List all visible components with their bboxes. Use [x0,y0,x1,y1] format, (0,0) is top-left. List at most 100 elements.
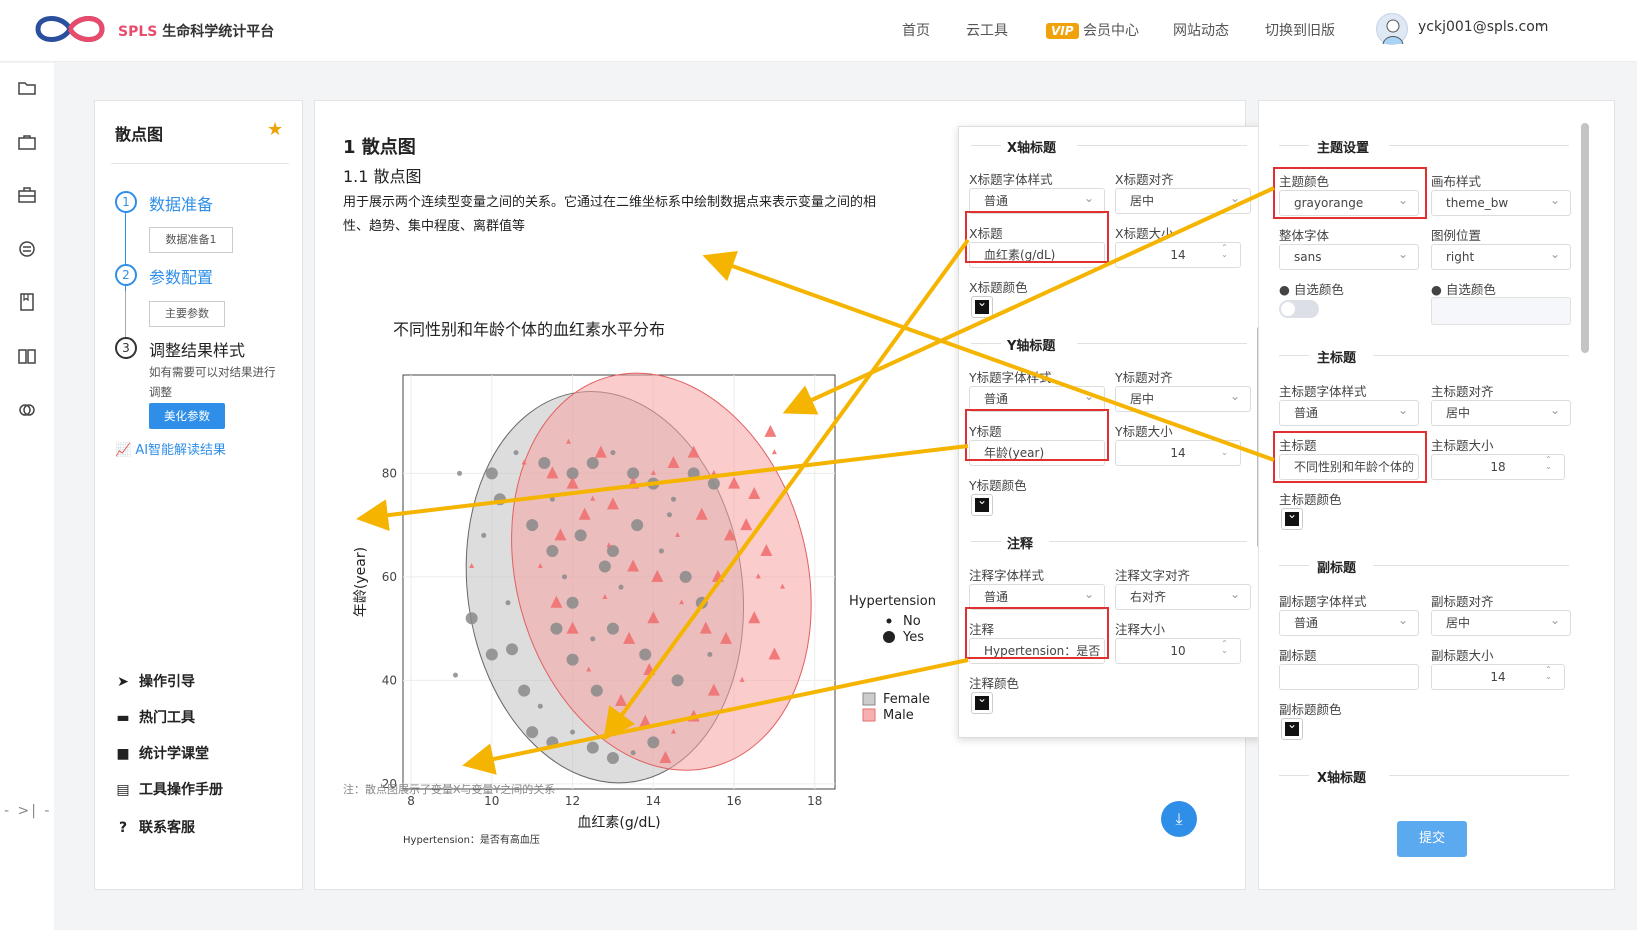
female-point [679,570,692,583]
note-size-stepper[interactable]: 10 [1115,638,1241,664]
menu-manual[interactable]: ▤ 工具操作手册 [115,779,223,799]
settings-scrollbar[interactable] [1581,123,1589,353]
legend-yes-label: Yes [902,630,924,645]
note-color-picker[interactable] [971,691,993,714]
female-point [598,560,611,573]
nav-old-version[interactable]: 切换到旧版 [1265,20,1335,40]
custom-color-label: ● 自选颜色 [1279,282,1344,297]
x-color-picker[interactable] [971,295,993,318]
step-3-label[interactable]: 调整结果样式 [149,337,245,361]
female-point [506,643,519,656]
legend-position-label: 图例位置 [1431,228,1482,243]
y-size-stepper[interactable]: 14 [1115,440,1241,466]
bookmark-book-icon[interactable] [17,292,37,312]
y-color-picker[interactable] [971,493,993,516]
axis-settings-popover: X轴标题 X标题字体样式 X标题对齐 普通 居中 X标题 X标题大小 血红素(g… [958,126,1262,738]
x-align-label: X标题对齐 [1115,172,1174,187]
menu-support[interactable]: ? 联系客服 [115,817,195,837]
main-title-color-picker[interactable] [1281,507,1303,530]
note-align-label: 注释文字对齐 [1115,568,1191,583]
y-axis-section-title: Y轴标题 [1007,339,1056,354]
chart-title: 不同性别和年龄个体的血红素水平分布 [393,320,665,339]
custom-color-toggle[interactable] [1279,300,1319,318]
open-book-icon[interactable] [17,346,37,366]
step-1-label[interactable]: 数据准备 [149,191,213,215]
briefcase-icon[interactable] [17,132,37,152]
female-point [518,684,531,697]
nav-home[interactable]: 首页 [902,20,930,40]
female-point [574,529,587,542]
main-title-size-label: 主标题大小 [1431,438,1494,453]
female-point [452,672,458,678]
female-point [618,584,624,590]
subtitle-font-label: 副标题字体样式 [1279,594,1367,609]
highlight-box-theme [1273,167,1427,219]
x-axis-title: 血红素(g/dL) [577,815,660,831]
menu-guide[interactable]: ➤ 操作引导 [115,671,195,691]
y-tick-label: 80 [382,466,397,480]
download-button[interactable]: ⤓ [1161,801,1197,837]
female-point [513,450,519,456]
female-point [666,512,672,518]
custom-color-label-2: ● 自选颜色 [1431,282,1496,297]
female-point [671,674,684,687]
female-point [610,450,616,456]
data-prep-button[interactable]: 数据准备1 [149,227,233,253]
menu-hot-tools[interactable]: ▬ 热门工具 [115,707,195,727]
female-point [586,741,599,754]
female-point [695,596,708,609]
female-point [566,653,579,666]
main-params-button[interactable]: 主要参数 [149,301,225,327]
subtitle-size-stepper[interactable]: 14 [1431,664,1565,690]
female-point [566,596,579,609]
avatar[interactable] [1376,13,1408,45]
x-align-select[interactable]: 居中 [1115,186,1251,214]
canvas-style-select[interactable]: theme_bw [1431,188,1571,216]
nav-member-center[interactable]: VIP 会员中心 [1046,20,1139,40]
subtitle-align-select[interactable]: 居中 [1431,608,1571,636]
note-align-select[interactable]: 右对齐 [1115,582,1251,610]
subtitle-font-select[interactable]: 普通 [1279,608,1419,636]
menu-stats-class[interactable]: ■ 统计学课堂 [115,743,209,763]
toolbox-icon[interactable] [17,185,37,205]
y-tick-label: 60 [382,570,397,584]
beautify-params-button[interactable]: 美化参数 [149,403,225,429]
female-point [647,477,660,490]
submit-button[interactable]: 提交 [1397,821,1467,857]
subtitle-color-picker[interactable] [1281,717,1303,740]
y-axis-title: 年龄(year) [353,547,369,617]
ai-interpret-link[interactable]: 📈 AI智能解读结果 [115,439,226,458]
logo-icon[interactable] [28,10,110,48]
exchange-icon[interactable] [17,239,37,259]
video-icon: ■ [116,746,130,762]
main-title-font-select[interactable]: 普通 [1279,398,1419,426]
x-font-style-label: X标题字体样式 [969,172,1053,187]
y-color-label: Y标题颜色 [969,478,1027,493]
star-icon[interactable]: ★ [267,119,283,140]
female-point [606,622,619,635]
main-title-align-select[interactable]: 居中 [1431,398,1571,426]
collapse-sidebar-icon[interactable]: - >| - [4,803,51,819]
overall-font-select[interactable]: sans [1279,242,1419,270]
step-3-circle: 3 [115,337,137,359]
info-icon: ● [1431,282,1442,297]
chevron-down-icon[interactable]: ⌄ [1536,16,1547,31]
legend-size-title: Hypertension [849,594,936,609]
nav-cloud-tools[interactable]: 云工具 [966,20,1008,40]
section-heading: 1 散点图 [343,137,416,158]
subtitle-input[interactable] [1279,664,1419,690]
user-email[interactable]: yckj001@spls.com [1418,19,1548,35]
female-point [570,729,576,735]
legend-position-select[interactable]: right [1431,242,1571,270]
x-size-stepper[interactable]: 14 [1115,242,1241,268]
step-2-label[interactable]: 参数配置 [149,264,213,288]
main-title-size-stepper[interactable]: 18 [1431,454,1565,480]
nav-news[interactable]: 网站动态 [1173,20,1229,40]
folder-icon[interactable] [17,78,37,98]
right-settings-panel: 主题设置 主题颜色 画布样式 grayorange theme_bw 整体字体 … [1258,100,1615,890]
custom-color-input[interactable] [1431,297,1571,325]
step-2-circle: 2 [115,264,137,286]
main-title-color-label: 主标题颜色 [1279,492,1342,507]
link-circle-icon[interactable] [17,400,37,420]
y-align-select[interactable]: 居中 [1115,384,1251,412]
